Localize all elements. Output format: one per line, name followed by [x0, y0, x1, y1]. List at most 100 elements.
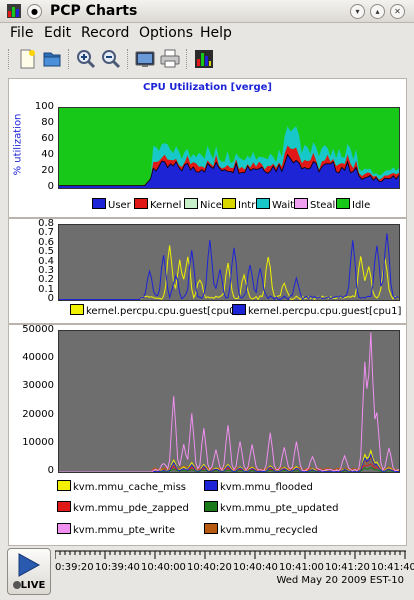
- y-tick-label: 0: [47, 181, 54, 192]
- time-label: 10:39:40: [95, 562, 140, 573]
- legend-label: Idle: [352, 200, 371, 211]
- time-label: 10:41:00: [279, 562, 324, 573]
- legend-swatch: [57, 480, 71, 491]
- legend-item[interactable]: Idle: [336, 198, 370, 211]
- y-tick-label: 80: [41, 117, 54, 128]
- chart-settings-icon[interactable]: [193, 48, 215, 70]
- chart-title: CPU Utilization [verge]: [142, 82, 272, 93]
- legend-item[interactable]: kvm.mmu_pte_write: [57, 523, 175, 536]
- print-icon[interactable]: [159, 48, 181, 70]
- screenshot-icon[interactable]: [134, 48, 156, 70]
- legend-swatch: [232, 304, 246, 315]
- legend-label: Intr: [238, 200, 256, 211]
- legend-label: kvm.mmu_pde_zapped: [73, 503, 189, 514]
- time-label: 10:41:20: [325, 562, 370, 573]
- legend-label: Wait: [272, 200, 295, 211]
- legend-item[interactable]: Kernel: [134, 198, 181, 211]
- legend-label: kvm.mmu_pte_write: [73, 525, 176, 536]
- legend-item[interactable]: kvm.mmu_flooded: [204, 480, 313, 493]
- y-tick-label: 60: [41, 133, 54, 144]
- time-label: 0:39:20: [55, 562, 94, 573]
- time-label: 10:40:40: [233, 562, 278, 573]
- y-tick-label: 10000: [22, 436, 54, 448]
- y-tick-label: 20000: [22, 408, 54, 420]
- y-tick-label: 0: [47, 465, 54, 476]
- menu-bar: File Edit Record Options Help: [0, 23, 414, 43]
- menu-record[interactable]: Record: [81, 25, 129, 41]
- zoom-in-icon[interactable]: [75, 48, 97, 70]
- time-label: 10:40:00: [141, 562, 186, 573]
- live-button[interactable]: LIVE: [7, 548, 51, 595]
- window-menu-button[interactable]: ●: [27, 4, 42, 19]
- current-time: Wed May 20 2009 EST-10: [276, 575, 404, 586]
- minimize-button[interactable]: ▾: [350, 4, 365, 19]
- legend-swatch: [57, 501, 71, 512]
- live-label: LIVE: [10, 580, 48, 591]
- legend-item[interactable]: Intr: [222, 198, 255, 211]
- new-chart-icon[interactable]: [16, 48, 38, 70]
- legend-item[interactable]: kvm.mmu_cache_miss: [57, 480, 186, 493]
- legend-swatch: [294, 198, 308, 209]
- close-button[interactable]: ✕: [390, 4, 405, 19]
- legend-item[interactable]: Steal: [294, 198, 335, 211]
- kvm-mmu-plot: [58, 330, 400, 473]
- legend-item[interactable]: kvm.mmu_pte_updated: [204, 501, 338, 514]
- time-axis-ticks: [55, 550, 406, 559]
- legend-item[interactable]: Nice: [184, 198, 222, 211]
- y-tick-label: 100: [34, 101, 54, 112]
- legend-item[interactable]: kvm.mmu_recycled: [204, 523, 318, 536]
- legend-label: Steal: [310, 200, 336, 211]
- legend-swatch: [204, 501, 218, 512]
- kvm-mmu-pte-write-series: [59, 332, 399, 472]
- toolbar-separator: [68, 49, 71, 69]
- legend-label: User: [108, 200, 131, 211]
- time-axis[interactable]: 0:39:20 10:39:40 10:40:00 10:40:20 10:40:40 1…: [55, 548, 414, 593]
- legend-swatch: [57, 523, 71, 534]
- y-axis-label: % utilization: [12, 113, 24, 176]
- legend-swatch: [134, 198, 148, 209]
- legend-label: kvm.mmu_pte_updated: [220, 503, 339, 514]
- legend-swatch: [184, 198, 198, 209]
- time-label: 10:41:40: [371, 562, 414, 573]
- open-view-icon[interactable]: [41, 48, 63, 70]
- legend-item[interactable]: kernel.percpu.cpu.guest[cpu1]: [232, 304, 401, 317]
- y-tick-label: 30000: [22, 380, 54, 392]
- guest-cpu-chart-panel: 0.8 0.7 0.6 0.5 0.4 0.3 0.2 0.1 0 kernel.percpu.…: [8, 218, 407, 324]
- time-label: 10:40:20: [187, 562, 232, 573]
- legend-label: Nice: [200, 200, 222, 211]
- cpu-utilization-plot: [58, 107, 400, 189]
- legend-item[interactable]: kvm.mmu_pde_zapped: [57, 501, 189, 514]
- toolbar: [0, 45, 414, 75]
- legend-label: kernel.percpu.cpu.guest[cpu1]: [248, 306, 402, 317]
- menu-file[interactable]: File: [10, 25, 33, 41]
- record-indicator-icon: [12, 581, 21, 589]
- play-icon: [18, 553, 41, 577]
- legend-swatch: [70, 304, 84, 315]
- maximize-button[interactable]: ▴: [370, 4, 385, 19]
- window-title: PCP Charts: [50, 3, 138, 19]
- legend-item[interactable]: User: [92, 198, 131, 211]
- y-tick-label: 40: [41, 149, 54, 160]
- legend-label: Kernel: [150, 200, 182, 211]
- toolbar-separator: [127, 49, 130, 69]
- guest-cpu-plot: [58, 224, 400, 301]
- legend-swatch: [256, 198, 270, 209]
- legend-item[interactable]: Wait: [256, 198, 294, 211]
- legend-swatch: [204, 523, 218, 534]
- legend-label: kvm.mmu_flooded: [220, 482, 313, 493]
- cpu-utilization-chart-panel: CPU Utilization [verge] % utilization 10…: [8, 78, 407, 218]
- menu-options[interactable]: Options: [139, 25, 193, 41]
- zoom-out-icon[interactable]: [100, 48, 122, 70]
- legend-swatch: [92, 198, 106, 209]
- y-tick-label: 40000: [22, 352, 54, 364]
- menu-edit[interactable]: Edit: [44, 25, 71, 41]
- legend-item[interactable]: kernel.percpu.cpu.guest[cpu0]: [70, 304, 239, 317]
- menu-help[interactable]: Help: [200, 25, 232, 41]
- toolbar-handle: [8, 49, 11, 69]
- app-icon: [7, 4, 21, 18]
- y-tick-label: 50000: [22, 324, 54, 335]
- kvm-mmu-chart-panel: 50000 40000 30000 20000 10000 0 kvm.mmu_cache…: [8, 324, 407, 546]
- legend-label: kvm.mmu_recycled: [220, 525, 318, 536]
- title-bar: ● PCP Charts ▾ ▴ ✕: [0, 0, 414, 23]
- legend-swatch: [204, 480, 218, 491]
